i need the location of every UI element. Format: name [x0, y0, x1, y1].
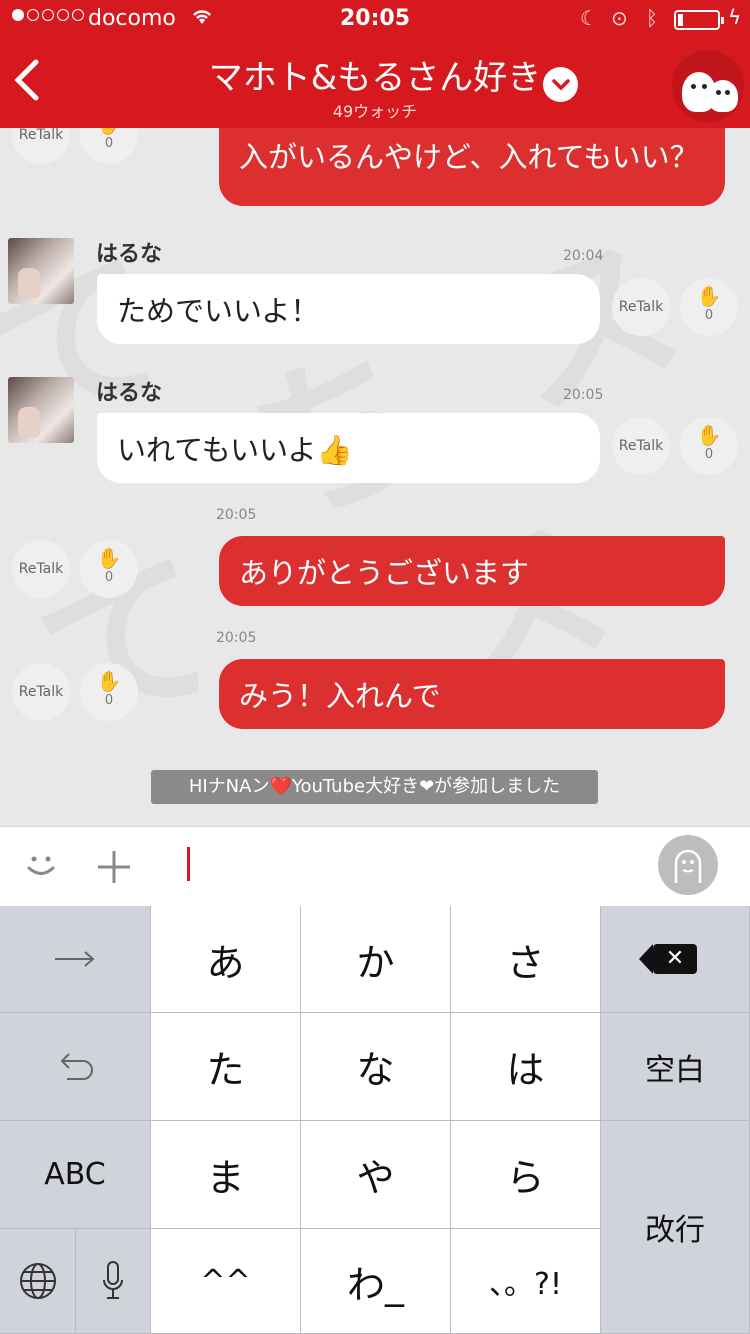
retalk-button[interactable]: ReTalk — [612, 417, 670, 475]
bluetooth-icon: ᛒ — [646, 6, 658, 30]
battery-icon — [674, 10, 724, 30]
key-na[interactable]: な — [301, 1013, 451, 1121]
message-bubble[interactable]: ありがとうございます — [219, 536, 725, 606]
message-time: 20:05 — [216, 630, 257, 646]
key-a[interactable]: あ — [151, 906, 301, 1013]
retalk-button[interactable]: ReTalk — [612, 278, 670, 336]
background-pattern: て — [16, 523, 245, 769]
retalk-button[interactable]: ReTalk — [12, 663, 70, 721]
message-time: 20:04 — [563, 248, 604, 264]
japanese-keyboard: あ か さ ✕ た な は 空白 ABC ま や ら 改行 ^^ わ_ 、。?! — [0, 906, 750, 1334]
key-ta[interactable]: た — [151, 1013, 301, 1121]
clap-count: 0 — [104, 570, 114, 585]
key-ka[interactable]: か — [301, 906, 451, 1013]
clap-button[interactable]: ✋ 0 — [680, 278, 738, 336]
message-input-bar — [0, 826, 750, 906]
top-bar: docomo 20:05 ☾ ⊙ ᛒ ϟ マホト&もるさん好き 49ウォッチ — [0, 0, 750, 128]
clap-button[interactable]: ✋ 0 — [80, 540, 138, 598]
clap-count: 0 — [704, 447, 714, 462]
clap-icon: ✋ — [696, 423, 722, 447]
clap-button[interactable]: ✋ 0 — [680, 417, 738, 475]
key-ya[interactable]: や — [301, 1121, 451, 1229]
avatar[interactable] — [8, 377, 74, 443]
message-bubble[interactable]: みう！入れんで — [219, 659, 725, 729]
mascot-button[interactable] — [672, 50, 744, 122]
key-sa[interactable]: さ — [451, 906, 601, 1013]
message-time: 20:05 — [563, 387, 604, 403]
key-kaomoji[interactable]: ^^ — [151, 1229, 301, 1334]
clap-icon: ✋ — [96, 669, 122, 693]
clap-icon: ✋ — [80, 128, 138, 136]
key-ra[interactable]: ら — [451, 1121, 601, 1229]
abc-key[interactable]: ABC — [0, 1121, 151, 1229]
message-input[interactable] — [187, 847, 190, 881]
plus-icon[interactable] — [96, 837, 132, 897]
stamp-face-icon[interactable] — [658, 835, 718, 895]
retalk-button[interactable]: ReTalk — [12, 540, 70, 598]
message-bubble[interactable]: ためでいいよ！ — [97, 274, 600, 344]
globe-icon[interactable] — [0, 1229, 76, 1334]
smile-icon[interactable] — [22, 845, 60, 883]
key-wa[interactable]: わ_ — [301, 1229, 451, 1334]
clap-button[interactable]: ✋ 0 — [80, 128, 138, 164]
moon-icon: ☾ — [580, 6, 598, 30]
return-key[interactable]: 改行 — [601, 1121, 750, 1334]
room-title: マホト&もるさん好き — [208, 58, 542, 98]
chat-area[interactable]: て ち ス て ス ReTalk ✋ 0 入がいるんやけど、入れてもいい？ はる… — [0, 128, 750, 826]
retalk-button[interactable]: ReTalk — [12, 128, 70, 164]
microphone-icon[interactable] — [76, 1229, 151, 1334]
rotation-lock-icon: ⊙ — [611, 6, 628, 30]
status-time: 20:05 — [339, 6, 411, 31]
message-bubble[interactable]: いれてもいいよ👍 — [97, 413, 600, 483]
delete-key[interactable]: ✕ — [601, 906, 750, 1013]
key-punctuation[interactable]: 、。?! — [451, 1229, 601, 1334]
watch-count: 49ウォッチ — [332, 102, 418, 121]
clap-count: 0 — [704, 308, 714, 323]
space-key[interactable]: 空白 — [601, 1013, 750, 1121]
sender-name: はるな — [96, 381, 163, 406]
clap-icon: ✋ — [96, 546, 122, 570]
chevron-down-icon[interactable] — [543, 67, 578, 102]
join-notice: HIナNAン❤️YouTube大好き❤が参加しました — [151, 770, 598, 804]
key-ha[interactable]: は — [451, 1013, 601, 1121]
clap-count: 0 — [104, 693, 114, 708]
clap-icon: ✋ — [696, 284, 722, 308]
avatar[interactable] — [8, 238, 74, 304]
clap-count: 0 — [104, 136, 114, 151]
sender-name: はるな — [96, 242, 163, 267]
message-bubble[interactable]: 入がいるんやけど、入れてもいい？ — [219, 128, 725, 206]
message-time: 20:05 — [216, 507, 257, 523]
undo-key[interactable] — [0, 1013, 151, 1121]
clap-button[interactable]: ✋ 0 — [80, 663, 138, 721]
mascot-small-icon — [708, 80, 738, 112]
delete-icon: ✕ — [639, 944, 697, 974]
charging-icon: ϟ — [728, 5, 742, 29]
next-candidate-key[interactable] — [0, 906, 151, 1013]
status-bar: docomo 20:05 ☾ ⊙ ᛒ ϟ — [0, 0, 750, 40]
key-ma[interactable]: ま — [151, 1121, 301, 1229]
